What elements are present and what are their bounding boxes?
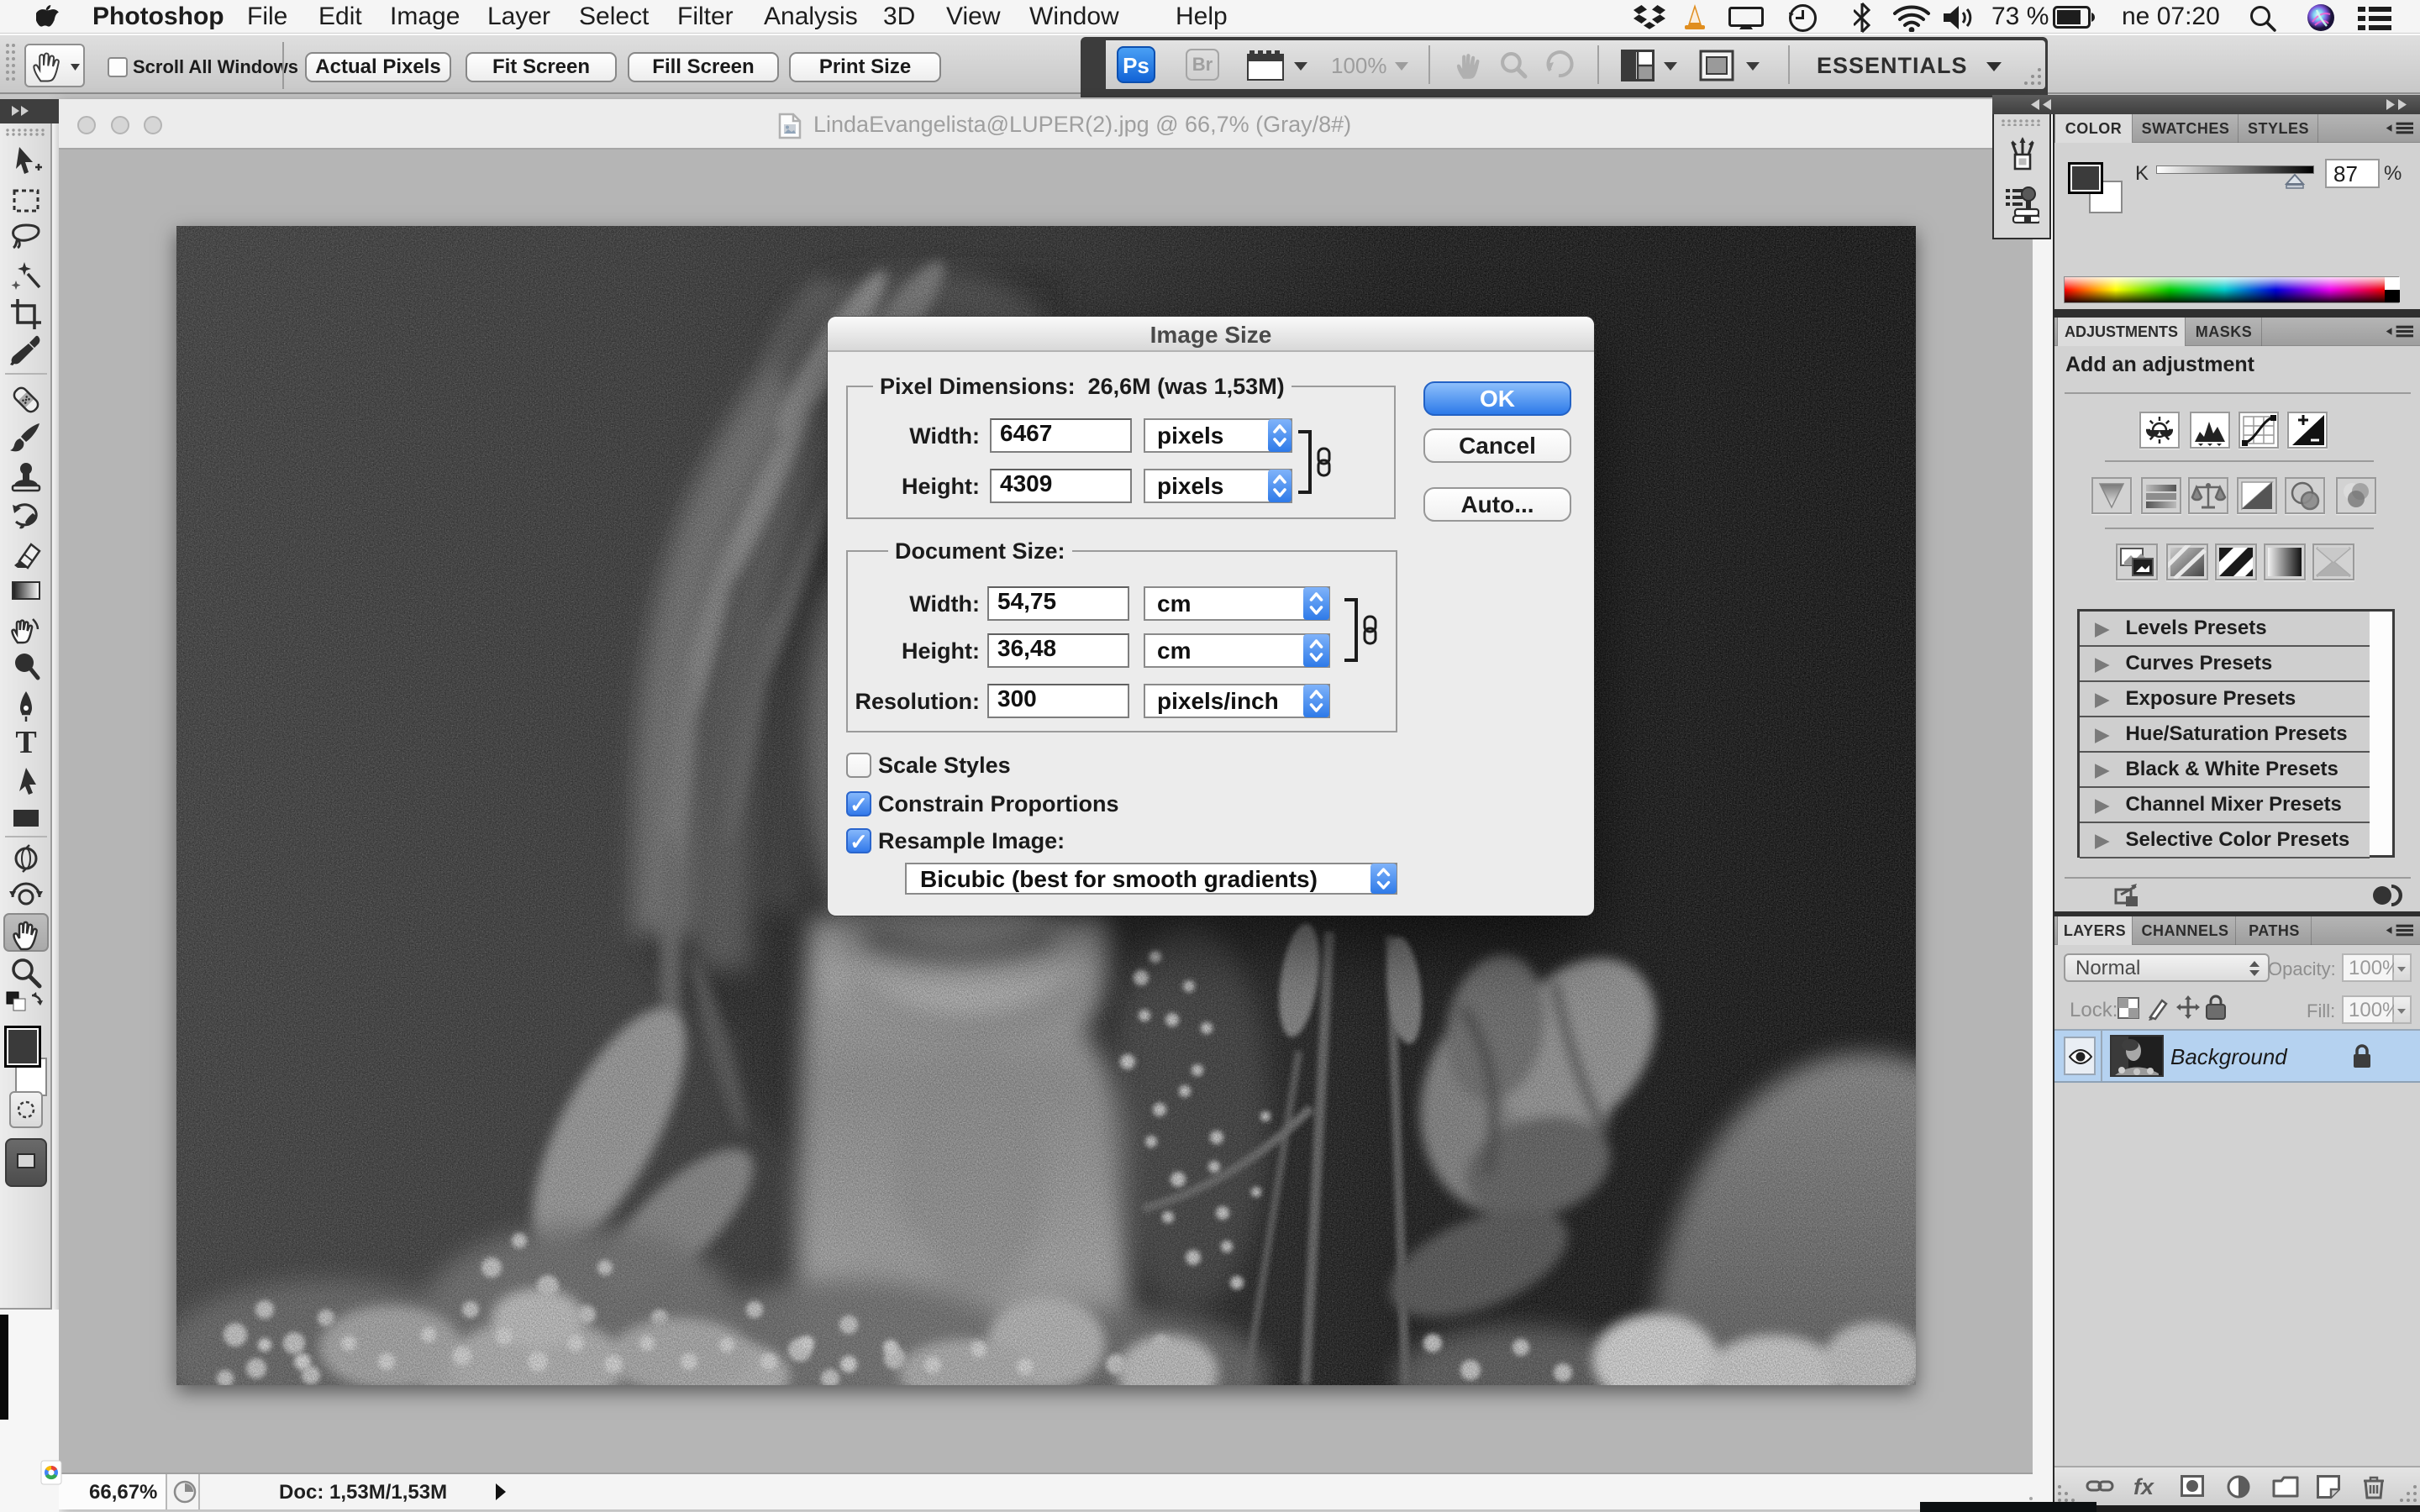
svg-text:T: T [15,725,36,760]
